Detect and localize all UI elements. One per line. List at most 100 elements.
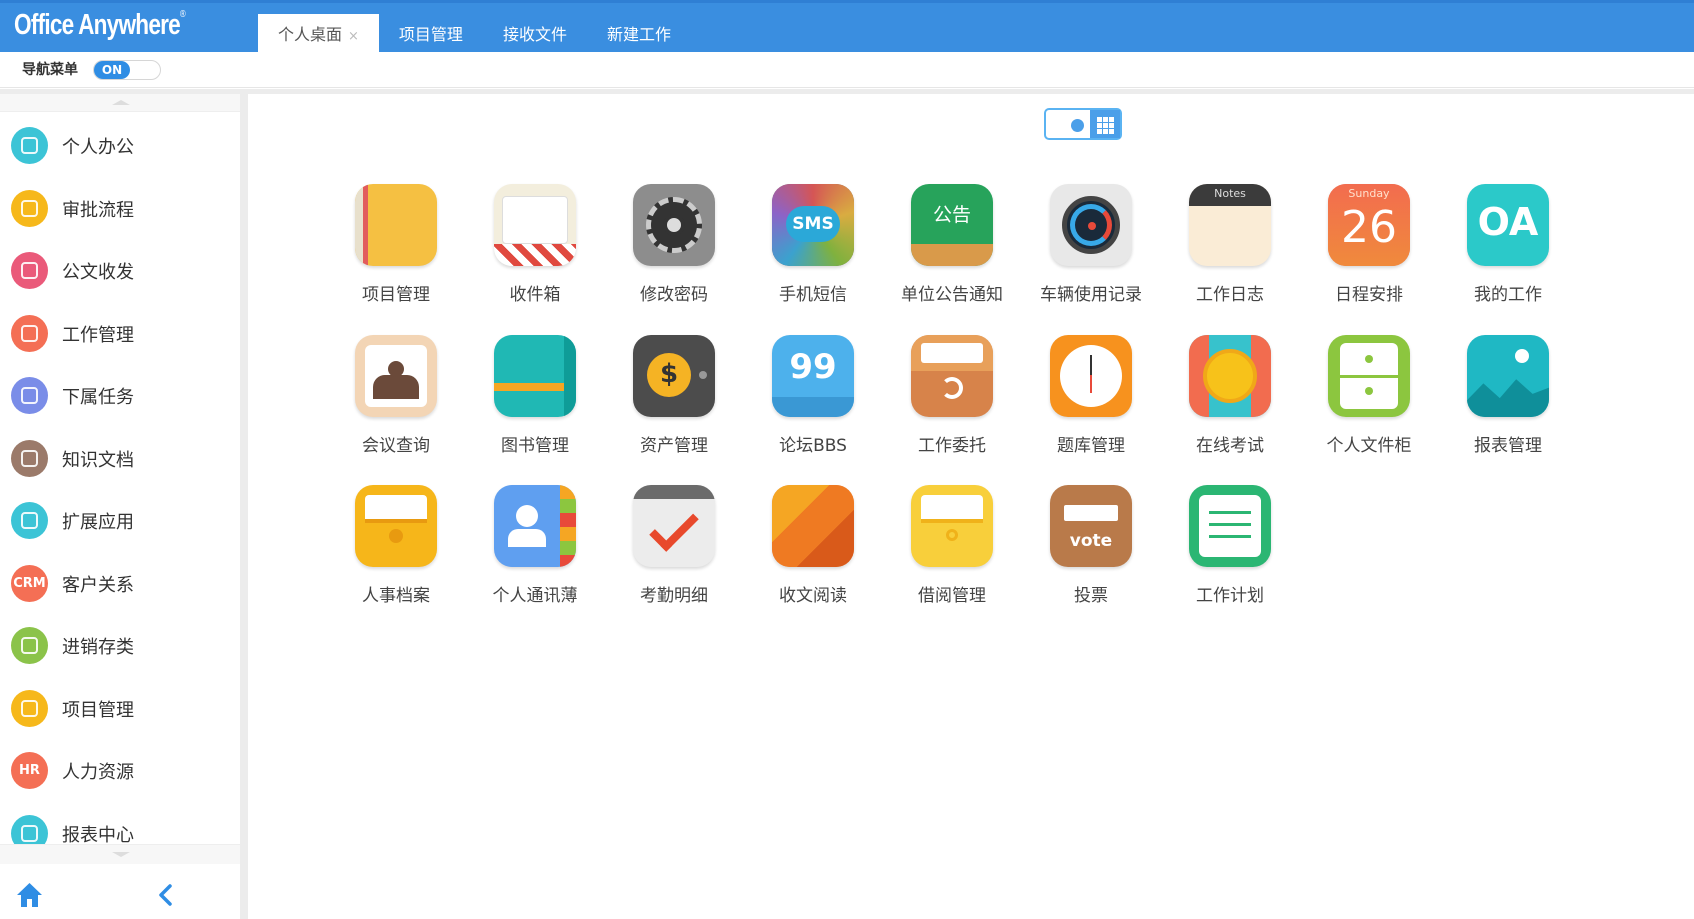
approval-icon bbox=[11, 189, 48, 227]
dot-view-icon[interactable] bbox=[1071, 119, 1084, 132]
sidebar-item[interactable]: 知识文档 bbox=[0, 427, 240, 490]
sidebar-item-label: 审批流程 bbox=[62, 199, 134, 221]
app-label: 工作日志 bbox=[1196, 285, 1264, 305]
app-tile[interactable]: 借阅管理 bbox=[877, 485, 1027, 625]
app-tile[interactable]: 考勤明细 bbox=[599, 485, 749, 625]
tab-bar: 个人桌面 × 项目管理 接收文件 新建工作 bbox=[258, 14, 691, 55]
app-tile[interactable]: 99 论坛BBS bbox=[738, 335, 888, 475]
app-label: 我的工作 bbox=[1474, 285, 1542, 305]
icon-shape bbox=[365, 519, 427, 523]
speedometer-icon bbox=[1050, 184, 1132, 266]
sidebar-item[interactable]: 下属任务 bbox=[0, 364, 240, 427]
borrow-folder-icon bbox=[911, 485, 993, 567]
icon-glyph bbox=[21, 512, 38, 529]
sidebar-item[interactable]: 扩展应用 bbox=[0, 489, 240, 552]
sidebar-item[interactable]: 进销存类 bbox=[0, 614, 240, 677]
app-tile[interactable]: 车辆使用记录 bbox=[1016, 184, 1166, 324]
grid-view-icon[interactable] bbox=[1090, 110, 1120, 138]
sms-text: SMS bbox=[786, 206, 840, 242]
close-icon[interactable]: × bbox=[348, 29, 359, 44]
nav-menu-label: 导航菜单 bbox=[22, 62, 78, 78]
exam-coin-icon bbox=[1189, 335, 1271, 417]
home-icon[interactable] bbox=[16, 882, 43, 908]
tab-received-files[interactable]: 接收文件 bbox=[483, 14, 587, 55]
sidebar-item[interactable]: 公文收发 bbox=[0, 239, 240, 302]
icon-shape bbox=[663, 214, 685, 236]
icon-shape bbox=[516, 505, 538, 527]
app-tile[interactable]: 会议查询 bbox=[321, 335, 471, 475]
book-manage-icon bbox=[494, 335, 576, 417]
user-icon bbox=[11, 127, 48, 164]
team-icon bbox=[11, 377, 48, 414]
app-label: 投票 bbox=[1074, 586, 1108, 606]
work-plan-icon bbox=[1189, 485, 1271, 567]
oa-text: OA bbox=[1477, 200, 1539, 244]
app-tile[interactable]: 题库管理 bbox=[1016, 335, 1166, 475]
icon-glyph bbox=[21, 449, 38, 467]
project-folder-icon bbox=[355, 184, 437, 266]
sidebar-item[interactable]: 审批流程 bbox=[0, 177, 240, 240]
app-tile[interactable]: $ 资产管理 bbox=[599, 335, 749, 475]
nav-menu-toggle[interactable]: ON bbox=[93, 60, 161, 80]
inventory-icon bbox=[11, 627, 48, 664]
icon-shape bbox=[1467, 379, 1549, 417]
app-tile[interactable]: 工作计划 bbox=[1155, 485, 1305, 625]
app-tile[interactable]: Sunday 26 日程安排 bbox=[1294, 184, 1444, 324]
app-label: 车辆使用记录 bbox=[1040, 285, 1142, 305]
icon-shape bbox=[1209, 523, 1251, 526]
app-label: 图书管理 bbox=[501, 436, 569, 456]
sidebar-item[interactable]: 项目管理 bbox=[0, 677, 240, 740]
app-label: 工作委托 bbox=[918, 436, 986, 456]
icon-shape bbox=[502, 196, 568, 244]
sms-icon: SMS bbox=[772, 184, 854, 266]
sidebar-footer bbox=[0, 866, 240, 919]
sidebar-item-label: 公文收发 bbox=[62, 262, 134, 283]
sidebar-item[interactable]: CRM 客户关系 bbox=[0, 552, 240, 615]
app-label: 在线考试 bbox=[1196, 436, 1264, 456]
calendar-day-text: Sunday bbox=[1348, 187, 1390, 200]
app-label: 个人文件柜 bbox=[1326, 436, 1412, 456]
app-tile[interactable]: 个人文件柜 bbox=[1294, 335, 1444, 475]
calendar-date-text: 26 bbox=[1341, 202, 1397, 253]
icon-shape bbox=[649, 502, 699, 552]
app-label: 会议查询 bbox=[362, 436, 430, 456]
vote-text: vote bbox=[1069, 531, 1113, 551]
tab-new-work[interactable]: 新建工作 bbox=[587, 14, 691, 55]
meeting-icon bbox=[355, 335, 437, 417]
app-tile[interactable]: Notes 工作日志 bbox=[1155, 184, 1305, 324]
chevron-left-icon[interactable] bbox=[158, 884, 172, 906]
app-tile[interactable]: 收文阅读 bbox=[738, 485, 888, 625]
app-tile[interactable]: OA 我的工作 bbox=[1433, 184, 1583, 324]
reading-icon bbox=[772, 485, 854, 567]
notes-text: Notes bbox=[1214, 187, 1246, 200]
app-label: 人事档案 bbox=[362, 586, 430, 606]
sidebar-item[interactable]: HR 人力资源 bbox=[0, 739, 240, 802]
icon-shape bbox=[494, 244, 576, 266]
sidebar-item[interactable]: 工作管理 bbox=[0, 302, 240, 365]
sidebar-item[interactable]: 个人办公 bbox=[0, 114, 240, 177]
tab-project-management[interactable]: 项目管理 bbox=[379, 14, 483, 55]
icon-shape bbox=[1209, 535, 1251, 538]
app-tile[interactable]: 修改密码 bbox=[599, 184, 749, 324]
app-tile[interactable]: 在线考试 bbox=[1155, 335, 1305, 475]
icon-shape bbox=[1365, 355, 1373, 363]
app-tile[interactable]: 报表管理 bbox=[1433, 335, 1583, 475]
app-tile[interactable]: 项目管理 bbox=[321, 184, 471, 324]
app-tile[interactable]: 个人通讯薄 bbox=[460, 485, 610, 625]
app-tile[interactable]: 图书管理 bbox=[460, 335, 610, 475]
sidebar-scroll-down[interactable] bbox=[0, 844, 240, 864]
app-tile[interactable]: 公告 单位公告通知 bbox=[877, 184, 1027, 324]
asset-safe-icon: $ bbox=[633, 335, 715, 417]
cabinet-icon bbox=[1328, 335, 1410, 417]
tab-personal-desktop[interactable]: 个人桌面 × bbox=[258, 14, 379, 55]
icon-shape bbox=[508, 529, 546, 547]
contacts-icon bbox=[494, 485, 576, 567]
view-switch[interactable] bbox=[1044, 108, 1122, 140]
app-tile[interactable]: 收件箱 bbox=[460, 184, 610, 324]
app-tile[interactable]: SMS 手机短信 bbox=[738, 184, 888, 324]
sidebar-scroll-up[interactable] bbox=[0, 94, 240, 112]
app-tile[interactable]: vote 投票 bbox=[1016, 485, 1166, 625]
hr-icon: HR bbox=[11, 752, 48, 789]
app-tile[interactable]: 人事档案 bbox=[321, 485, 471, 625]
app-tile[interactable]: 工作委托 bbox=[877, 335, 1027, 475]
